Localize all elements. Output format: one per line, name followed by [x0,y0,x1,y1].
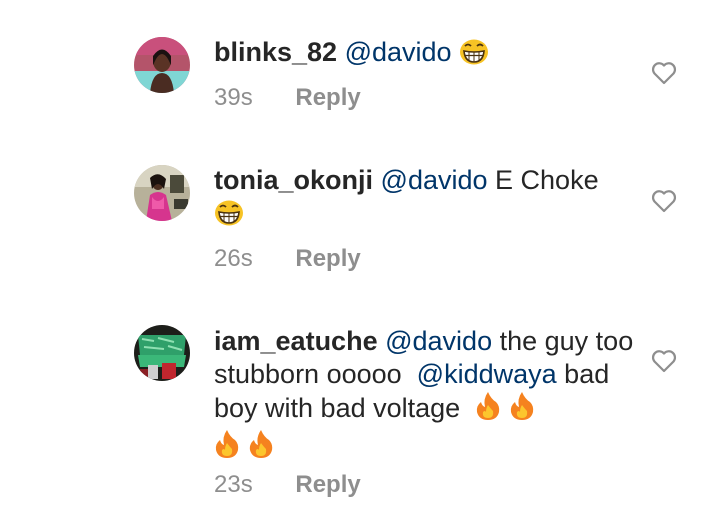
fire-emoji-icon [214,429,240,467]
heart-outline-icon[interactable] [651,349,677,373]
mention-link[interactable]: @davido [385,326,492,356]
comment-username[interactable]: iam_eatuche [214,326,378,356]
fire-emoji-icon [475,391,501,429]
mention-link[interactable]: @kiddwaya [417,359,557,389]
comment-item: iam_eatuche @davido the guy too stubborn… [0,0,720,520]
fire-emoji-icon [509,391,535,429]
fire-emoji-icon [248,429,274,467]
avatar[interactable] [134,325,190,381]
comment-timestamp: 23s [214,471,253,498]
comment-text: iam_eatuche @davido the guy too stubborn… [214,325,634,467]
comment-meta: 23s Reply [214,471,361,499]
reply-button[interactable]: Reply [295,471,360,498]
avatar-photo [134,325,190,381]
